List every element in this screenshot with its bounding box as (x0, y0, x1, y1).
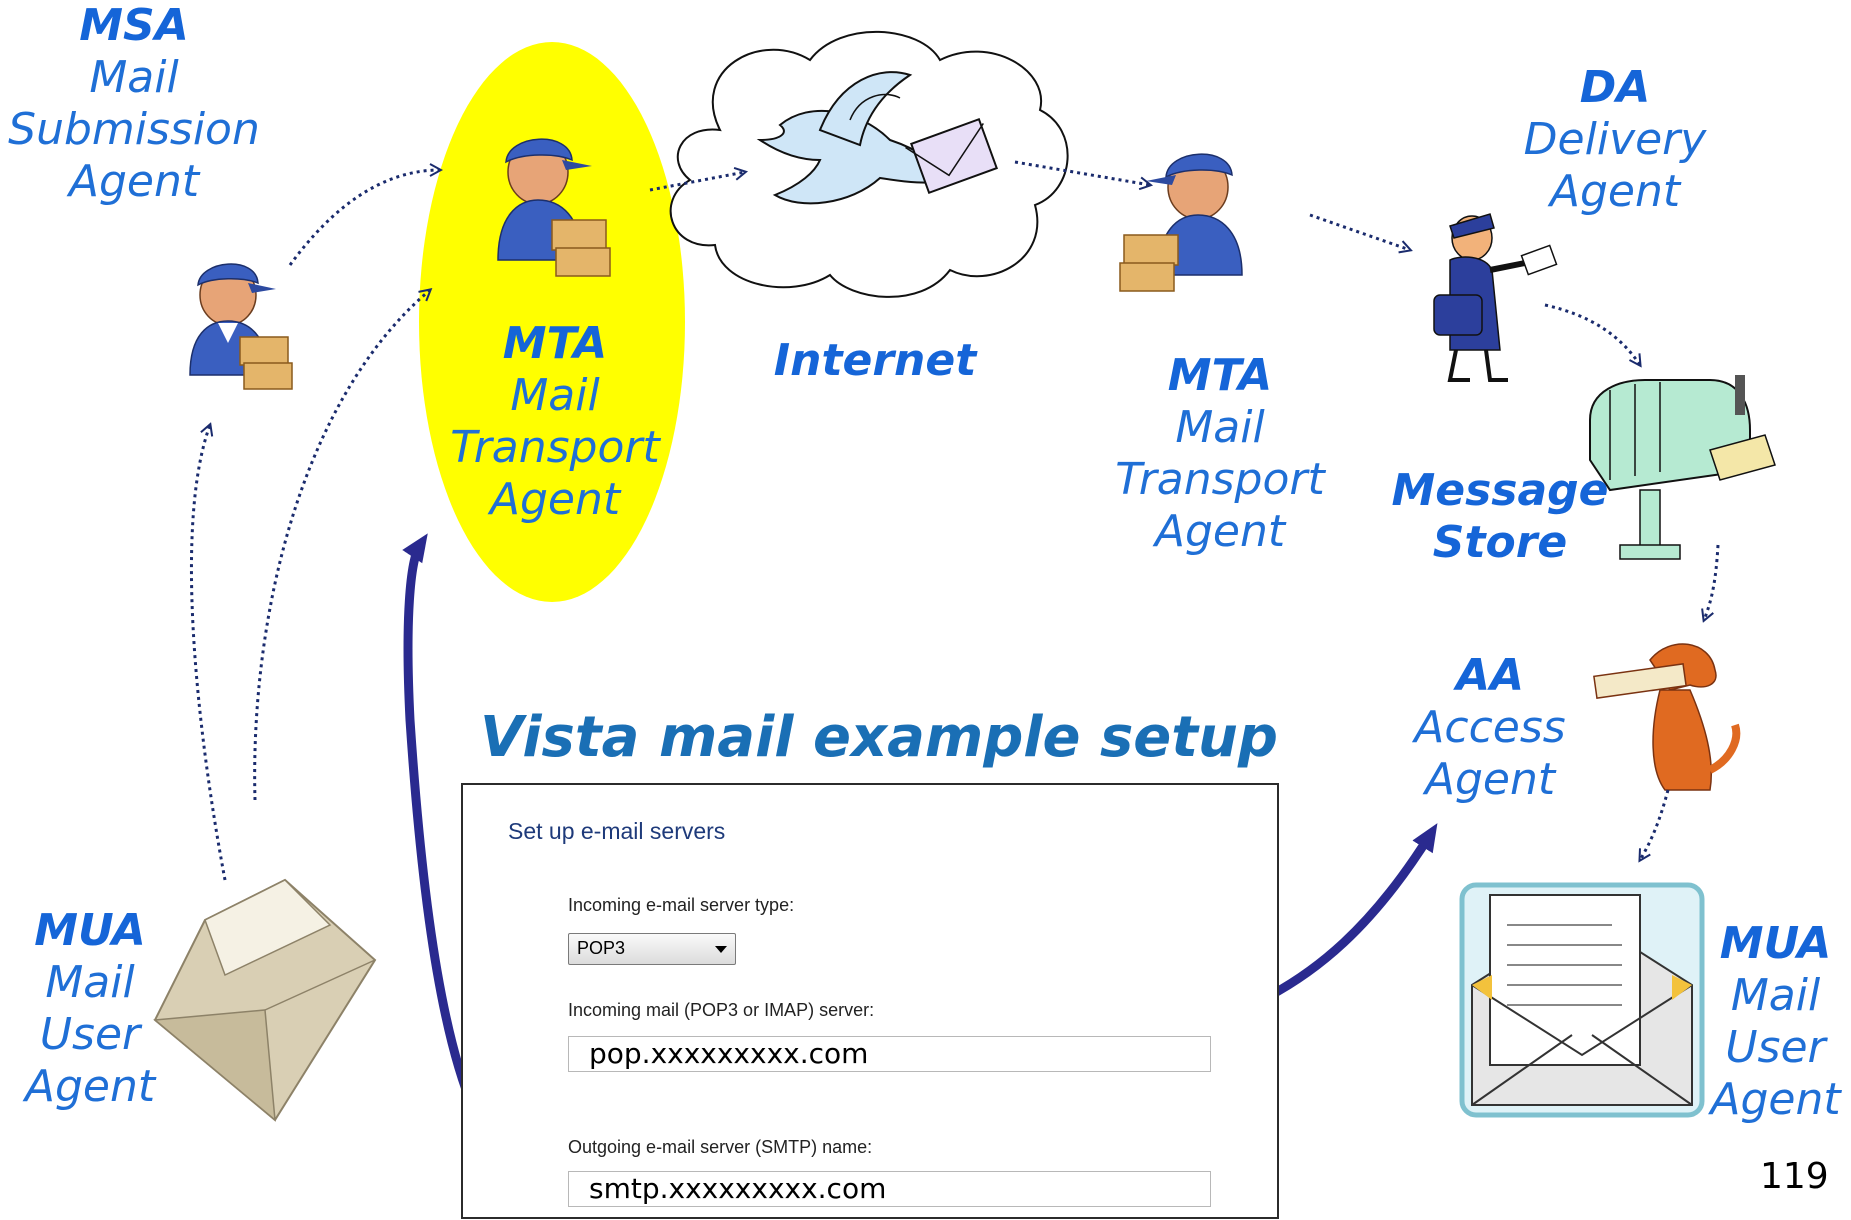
msa-line1: Mail (89, 52, 179, 103)
incoming-type-label: Incoming e-mail server type: (568, 895, 795, 915)
postman-icon (1433, 213, 1558, 382)
page-number: 119 (1760, 1156, 1829, 1197)
msa-line2: Submission (8, 104, 260, 155)
mta-left-line1: Mail (510, 370, 600, 421)
da-abbr: DA (1579, 62, 1651, 113)
message-store-line2: Store (1432, 517, 1568, 568)
incoming-type-select[interactable]: POP3 (568, 933, 736, 965)
incoming-type-value: POP3 (577, 938, 626, 958)
da-label: DA Delivery Agent (1505, 62, 1725, 218)
aa-line2: Agent (1424, 754, 1556, 805)
mua-label-left: MUA Mail User Agent (0, 905, 180, 1113)
mua-right-line1: Mail (1730, 970, 1821, 1021)
dialog-heading: Set up e-mail servers (508, 818, 726, 844)
mua-label-right: MUA Mail User Agent (1700, 918, 1851, 1126)
letter-envelope-icon (1459, 882, 1705, 1118)
msa-label: MSA Mail Submission Agent (0, 0, 268, 208)
msa-abbr: MSA (79, 0, 189, 51)
email-setup-dialog: Set up e-mail servers Incoming e-mail se… (461, 783, 1279, 1219)
da-line1: Delivery (1523, 114, 1707, 165)
mta-right-abbr: MTA (1167, 350, 1273, 401)
da-line2: Agent (1549, 166, 1681, 217)
outgoing-server-input[interactable]: smtp.xxxxxxxxx.com (568, 1171, 1211, 1207)
dog-icon (1593, 643, 1741, 791)
incoming-server-label: Incoming mail (POP3 or IMAP) server: (568, 1000, 875, 1020)
mta-right-line2: Transport (1115, 454, 1325, 505)
message-store-label: Message Store (1380, 465, 1620, 569)
mua-right-line3: Agent (1710, 1074, 1841, 1125)
message-store-line1: Message (1391, 465, 1609, 516)
mta-left-line2: Transport (450, 422, 660, 473)
mta-label-left: MTA Mail Transport Agent (445, 318, 665, 526)
mta-left-abbr: MTA (502, 318, 608, 369)
mta-right-line1: Mail (1175, 402, 1265, 453)
mta-right-line3: Agent (1154, 506, 1286, 557)
aa-label: AA Access Agent (1390, 650, 1590, 806)
mua-left-line1: Mail (45, 957, 135, 1008)
mua-left-line3: Agent (24, 1061, 156, 1112)
internet-label: Internet (760, 335, 990, 387)
mua-left-abbr: MUA (34, 905, 146, 956)
internet-text: Internet (773, 335, 977, 386)
mail-carrier-icon (1119, 153, 1243, 292)
msa-line3: Agent (68, 156, 200, 207)
mua-right-line2: User (1725, 1022, 1826, 1073)
chevron-down-icon (715, 946, 727, 953)
mta-left-line3: Agent (489, 474, 621, 525)
outgoing-server-label: Outgoing e-mail server (SMTP) name: (568, 1137, 873, 1157)
mua-right-abbr: MUA (1719, 918, 1832, 969)
open-envelope-icon (153, 878, 377, 1122)
mail-carrier-icon (189, 263, 293, 390)
incoming-server-input[interactable]: pop.xxxxxxxxx.com (568, 1036, 1211, 1072)
mta-label-right: MTA Mail Transport Agent (1105, 350, 1335, 558)
aa-line1: Access (1414, 702, 1566, 753)
setup-title: Vista mail example setup (480, 705, 1278, 770)
mua-left-line2: User (39, 1009, 141, 1060)
aa-abbr: AA (1455, 650, 1525, 701)
